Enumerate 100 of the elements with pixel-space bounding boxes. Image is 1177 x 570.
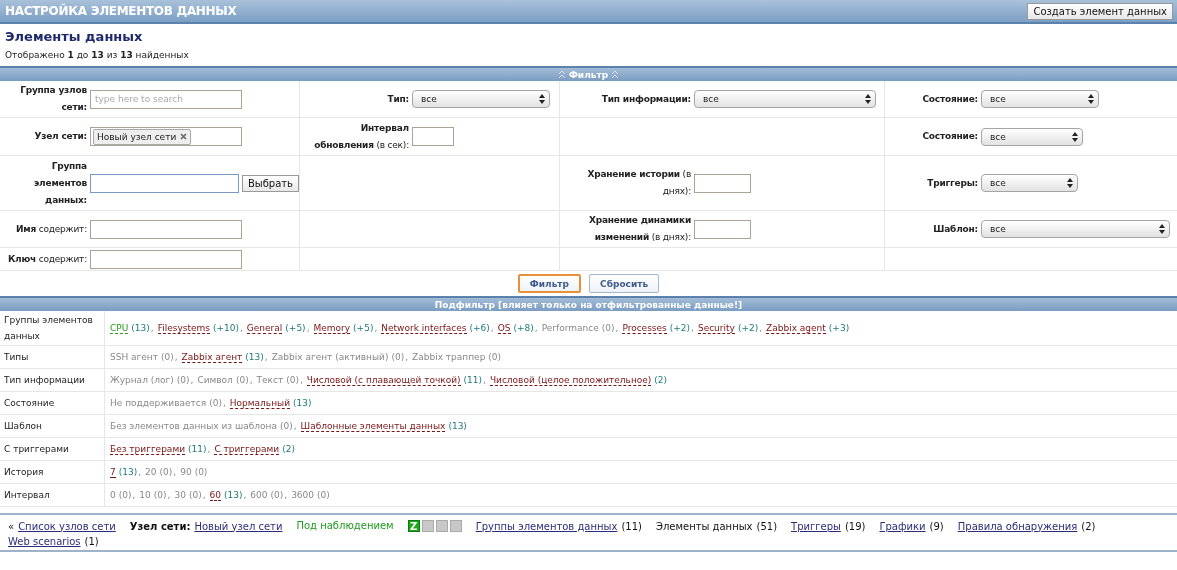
subfilter-count: (+2): [737, 322, 759, 334]
reset-button[interactable]: Сбросить: [589, 274, 660, 293]
subfilter-count: (+3): [828, 322, 850, 334]
input-field[interactable]: [90, 173, 239, 193]
field-label: Тип:: [386, 92, 410, 106]
separator: ,: [490, 322, 494, 334]
nav-count: (2): [1081, 520, 1096, 532]
subfilter-link[interactable]: Filesystems: [157, 322, 210, 334]
subfilter-link[interactable]: Без триггерами: [110, 443, 186, 455]
subfilter-label: Интервал: [0, 484, 105, 506]
subfilter-link[interactable]: Числовой (целое положительное): [489, 374, 652, 386]
subfilter-link[interactable]: CPU: [110, 322, 129, 334]
subfilter-title: Подфильтр [влияет только на отфильтрованные данные!]: [434, 299, 743, 310]
select-arrows-icon: [1067, 178, 1073, 188]
subfilter-label: Тип информации: [0, 369, 105, 391]
subfilter-link[interactable]: Zabbix агент: [181, 351, 243, 363]
field-label: Узел сети:: [33, 130, 88, 143]
subfilter-label: Типы: [0, 346, 105, 368]
select-dropdown[interactable]: все: [981, 174, 1078, 192]
field-label: Шаблон:: [932, 222, 979, 236]
subfilter-count: (0): [235, 375, 249, 385]
input-field[interactable]: [90, 219, 242, 239]
subfilter-link[interactable]: 7: [110, 466, 116, 478]
separator: ,: [759, 322, 763, 334]
multiselect-field[interactable]: Новый узел сети: [90, 127, 242, 146]
subfilter-option: 600: [250, 490, 268, 500]
separator: ,: [293, 421, 297, 431]
subfilter-count: (0): [286, 375, 299, 385]
subfilter-link[interactable]: Zabbix agent: [766, 322, 826, 334]
subfilter-link[interactable]: Шаблонные элементы данных: [300, 420, 446, 432]
subfilter-link[interactable]: Security: [697, 322, 735, 334]
separator: ,: [190, 375, 194, 385]
host-link[interactable]: Новый узел сети: [194, 520, 283, 532]
subfilter-option: SSH агент: [110, 352, 158, 362]
separator: ,: [264, 351, 268, 363]
filter-button[interactable]: Фильтр: [517, 274, 582, 293]
subfilter-count: (0): [176, 375, 190, 385]
subfilter-link[interactable]: General: [246, 322, 283, 334]
input-field[interactable]: [412, 127, 454, 146]
separator: ,: [249, 375, 253, 385]
close-icon[interactable]: [180, 133, 188, 140]
subfilter-option: 30: [174, 490, 186, 500]
subfilter-link[interactable]: Нормальный: [229, 397, 290, 409]
subfilter-count: (2): [654, 374, 668, 386]
subfilter-count: (11): [188, 443, 207, 455]
subfilter-count: (0): [391, 352, 405, 362]
separator: ,: [405, 352, 409, 362]
subfilter-option: 10: [139, 490, 151, 500]
field-label: Группа элементов данных:: [33, 159, 88, 207]
search-field[interactable]: type here to search: [90, 89, 242, 109]
subfilter-count: (+8): [513, 322, 534, 334]
separator: ,: [222, 398, 226, 408]
field-label: Состояние:: [921, 92, 979, 106]
nav-link[interactable]: Триггеры: [791, 520, 841, 532]
input-field[interactable]: [90, 249, 242, 269]
host-list-link[interactable]: Список узлов сети: [18, 520, 116, 532]
input-field[interactable]: [694, 219, 751, 239]
availability-icon: Z: [407, 520, 420, 532]
subfilter-count: (13): [118, 466, 138, 478]
subfilter-count: (13): [131, 322, 150, 334]
select-button[interactable]: Выбрать: [241, 174, 299, 192]
input-field[interactable]: [694, 173, 751, 193]
subfilter-option: Zabbix агент (активный): [271, 352, 389, 362]
separator: ,: [202, 490, 206, 500]
select-dropdown[interactable]: все: [981, 90, 1099, 108]
subfilter-count: (0): [488, 352, 502, 362]
separator: ,: [374, 322, 378, 334]
nav-link[interactable]: Правила обнаружения: [957, 520, 1078, 532]
results-summary: Отображено 1 до 13 из 13 найденных: [4, 49, 190, 62]
subfilter-count: (+10): [212, 322, 239, 334]
separator: ,: [284, 490, 288, 500]
select-dropdown[interactable]: все: [694, 90, 876, 108]
subfilter-link[interactable]: Memory: [313, 322, 351, 334]
subfilter-link[interactable]: Processes: [622, 322, 667, 334]
select-dropdown[interactable]: все: [412, 90, 550, 108]
subfilter-count: (0): [317, 490, 330, 500]
nav-link[interactable]: Графики: [879, 520, 926, 532]
create-item-button[interactable]: Создать элемент данных: [1027, 2, 1173, 20]
status-text: Под наблюдением: [296, 520, 394, 532]
subfilter-count: (13): [448, 420, 467, 432]
subfilter-option: 0: [110, 490, 116, 500]
subfilter-link[interactable]: Network interfaces: [381, 322, 467, 334]
nav-count: (9): [929, 520, 944, 532]
select-arrows-icon: [1072, 131, 1078, 142]
select-dropdown[interactable]: все: [981, 220, 1170, 238]
select-dropdown[interactable]: все: [981, 127, 1083, 146]
subfilter-link[interactable]: OS: [497, 322, 511, 334]
host-tag[interactable]: Новый узел сети: [93, 128, 192, 145]
field-label: Группа узлов сети:: [19, 84, 88, 114]
subfilter-count: (0): [160, 352, 174, 362]
field-label: Состояние:: [921, 130, 979, 143]
separator: ,: [240, 322, 243, 334]
nav-link[interactable]: Группы элементов данных: [475, 520, 618, 532]
subfilter-link[interactable]: Числовой (с плавающей точкой): [306, 374, 461, 386]
subfilter-option: Без элементов данных из шаблона: [110, 421, 277, 431]
subfilter-link[interactable]: С триггерами: [214, 443, 280, 455]
subfilter-link[interactable]: 60: [209, 489, 221, 501]
subfilter-count: (2): [282, 443, 295, 455]
nav-link[interactable]: Web scenarios: [8, 536, 81, 547]
subfilter-option: 20: [145, 467, 157, 477]
